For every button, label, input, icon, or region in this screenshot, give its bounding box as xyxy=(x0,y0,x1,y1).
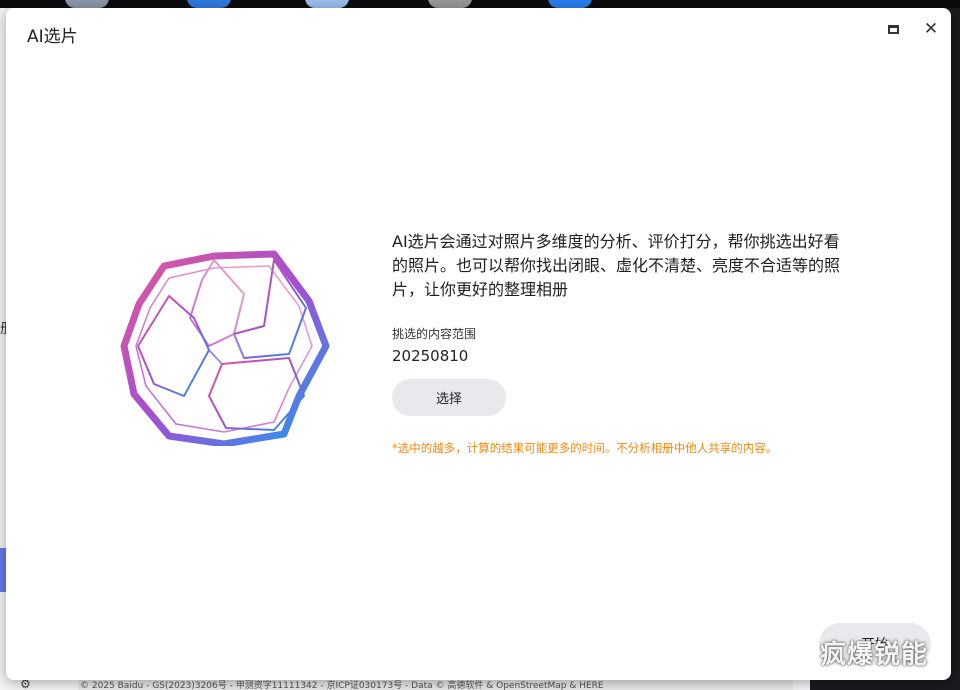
taskbar-app-icon[interactable] xyxy=(65,0,109,8)
close-button[interactable]: ✕ xyxy=(918,16,944,42)
logo-outer-hexagon xyxy=(120,250,330,446)
taskbar-app-icon[interactable] xyxy=(305,0,349,8)
dialog-title: AI选片 xyxy=(27,27,78,47)
logo-inner-hexagon xyxy=(135,265,313,433)
ai-cube-logo-icon xyxy=(120,250,330,446)
logo-face-right xyxy=(233,259,307,359)
range-label: 挑选的内容范围 xyxy=(392,327,477,341)
logo-edge xyxy=(233,333,245,359)
taskbar xyxy=(0,0,960,8)
range-value: 20250810 xyxy=(392,347,469,365)
ai-photo-selection-dialog: AI选片 ✕ AI选片会通过对照片多维度的分析、评价打分，帮你挑选出好看的照片。… xyxy=(6,8,951,680)
logo-edge xyxy=(208,349,223,365)
watermark: 疯爆锐能 xyxy=(820,640,929,670)
maximize-icon xyxy=(887,24,899,34)
feature-description: AI选片会通过对照片多维度的分析、评价打分，帮你挑选出好看的照片。也可以帮你找出… xyxy=(392,232,841,299)
close-icon: ✕ xyxy=(923,19,939,39)
select-range-button[interactable]: 选择 xyxy=(392,379,506,416)
maximize-button[interactable] xyxy=(880,16,906,42)
analysis-note: *选中的越多，计算的结果可能更多的时间。不分析相册中他人共享的内容。 xyxy=(392,441,778,455)
taskbar-app-icon[interactable] xyxy=(428,0,472,8)
taskbar-app-icon[interactable] xyxy=(548,0,592,8)
taskbar-app-icon[interactable] xyxy=(187,0,231,8)
